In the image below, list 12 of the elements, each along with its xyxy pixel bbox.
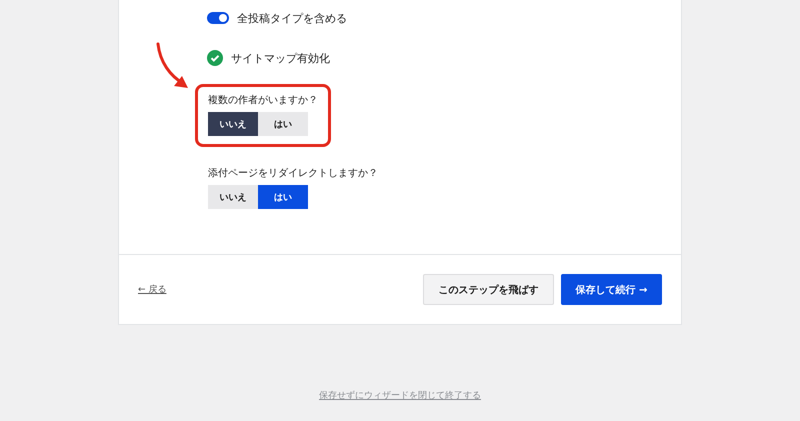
question-label: 複数の作者がいますか？ [208, 94, 318, 107]
option-button[interactable]: いいえ [208, 185, 258, 209]
setting-label: 全投稿タイプを含める [237, 10, 347, 26]
back-link[interactable]: ← 戻る [138, 283, 166, 296]
toggle-switch[interactable] [207, 12, 229, 24]
question-label: 添付ページをリダイレクトしますか？ [208, 167, 378, 180]
skip-button[interactable]: このステップを飛ばす [423, 274, 554, 305]
option-button[interactable]: はい [258, 112, 308, 136]
setting-label: サイトマップ有効化 [231, 50, 330, 66]
save-button[interactable]: 保存して続行 → [561, 274, 662, 305]
option-button[interactable]: はい [258, 185, 308, 209]
option-button[interactable]: いいえ [208, 112, 258, 136]
